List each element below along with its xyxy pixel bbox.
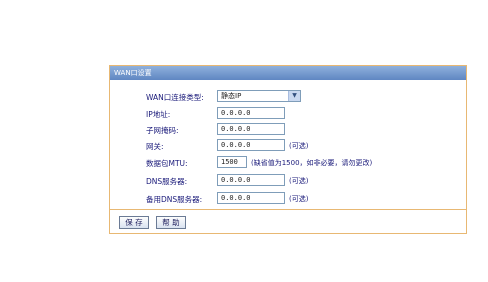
footer-divider [110,209,466,210]
chevron-down-icon[interactable]: ▼ [288,91,300,101]
wan-type-label: WAN口连接类型: [146,93,204,102]
mtu-label: 数据包MTU: [146,159,188,168]
ip-address-input[interactable]: 0.0.0.0 [217,107,285,119]
dns-server-input[interactable]: 0.0.0.0 [217,174,285,186]
mtu-note: (缺省值为1500，如非必要，请勿更改) [251,159,373,167]
save-button[interactable]: 保 存 [119,216,149,229]
gateway-note: (可选) [289,142,309,150]
gateway-input[interactable]: 0.0.0.0 [217,139,285,151]
subnet-mask-input[interactable]: 0.0.0.0 [217,123,285,135]
subnet-label: 子网掩码: [146,126,179,135]
secondary-dns-input[interactable]: 0.0.0.0 [217,192,285,204]
dns-label: DNS服务器: [146,177,188,186]
help-button[interactable]: 帮 助 [156,216,186,229]
mtu-input[interactable]: 1500 [217,156,247,168]
wan-type-value: 静态IP [221,92,242,100]
dns2-label: 备用DNS服务器: [146,195,203,204]
gateway-label: 网关: [146,142,164,151]
dns2-note: (可选) [289,195,309,203]
wan-settings-panel: WAN口设置 WAN口连接类型: 静态IP ▼ IP地址: 0.0.0.0 子网… [109,65,467,234]
panel-title: WAN口设置 [110,66,466,80]
dns-note: (可选) [289,177,309,185]
wan-type-select[interactable]: 静态IP ▼ [217,90,301,102]
ip-label: IP地址: [146,110,171,119]
